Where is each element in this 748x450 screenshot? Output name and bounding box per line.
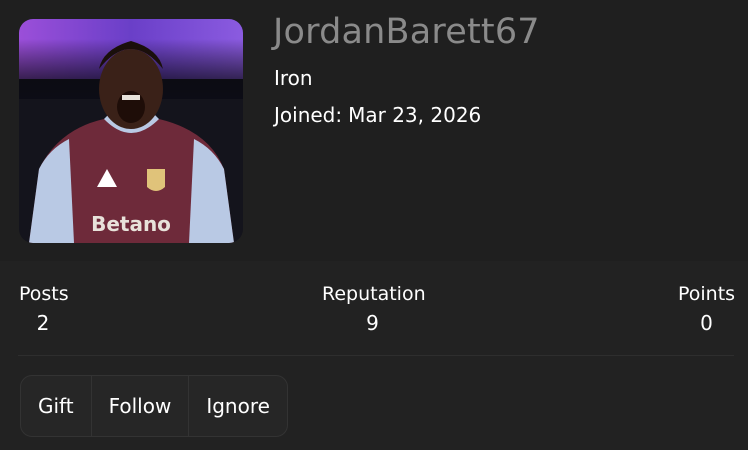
follow-button[interactable]: Follow [92,376,190,436]
user-profile-card: Betano JordanBarett67 Iron Joined: Mar 23… [0,0,748,450]
joined-label: Joined: [274,103,343,127]
avatar-photo: Betano [19,19,243,243]
stat-points-label: Points [678,283,736,305]
stat-posts-value: 2 [36,311,50,335]
profile-actions: Gift Follow Ignore [20,375,288,437]
svg-text:Betano: Betano [91,212,171,236]
ignore-button[interactable]: Ignore [189,376,287,436]
avatar[interactable]: Betano [19,19,243,243]
profile-header: Betano JordanBarett67 Iron Joined: Mar 23… [0,0,748,261]
stat-reputation: Reputation 9 [322,283,426,335]
divider [18,355,734,356]
gift-button[interactable]: Gift [21,376,92,436]
stat-points-value: 0 [700,311,713,335]
user-rank: Iron [274,66,313,90]
stat-posts-label: Posts [19,283,69,305]
profile-stats: Posts 2 Reputation 9 Points 0 [0,261,748,356]
joined-date: Joined: Mar 23, 2026 [274,103,481,127]
username: JordanBarett67 [273,12,540,52]
stat-points: Points 0 [678,283,735,335]
stat-reputation-value: 9 [366,311,379,335]
stat-reputation-label: Reputation [322,283,426,305]
joined-value: Mar 23, 2026 [348,103,482,127]
stat-posts: Posts 2 [19,283,69,335]
